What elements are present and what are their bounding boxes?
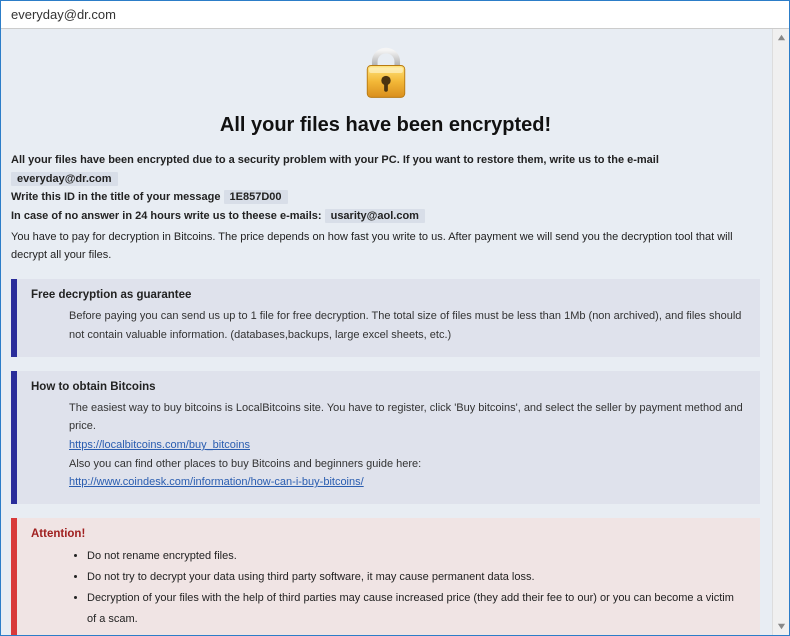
- intro-line2: Write this ID in the title of your messa…: [11, 188, 760, 207]
- intro-line3-text: In case of no answer in 24 hours write u…: [11, 210, 325, 222]
- attention-item: Do not rename encrypted files.: [87, 546, 746, 567]
- intro-block: All your files have been encrypted due t…: [11, 151, 760, 265]
- panel-free-title: Free decryption as guarantee: [31, 289, 746, 301]
- panel-free-decryption: Free decryption as guarantee Before payi…: [11, 279, 760, 356]
- panel-free-body: Before paying you can send us up to 1 fi…: [31, 307, 746, 344]
- message-id: 1E857D00: [224, 190, 288, 204]
- coindesk-link[interactable]: http://www.coindesk.com/information/how-…: [69, 476, 364, 488]
- intro-line2-text: Write this ID in the title of your messa…: [11, 191, 224, 203]
- primary-email: everyday@dr.com: [11, 172, 118, 186]
- scroll-track[interactable]: [773, 46, 789, 618]
- attention-list: Do not rename encrypted files. Do not tr…: [31, 546, 746, 630]
- titlebar[interactable]: everyday@dr.com: [1, 1, 789, 29]
- panel-attention-title: Attention!: [31, 528, 746, 540]
- payment-note: You have to pay for decryption in Bitcoi…: [11, 228, 760, 265]
- content-area: All your files have been encrypted! All …: [1, 29, 772, 635]
- panel-attention: Attention! Do not rename encrypted files…: [11, 518, 760, 635]
- ransom-window: everyday@dr.com: [0, 0, 790, 636]
- attention-item: Decryption of your files with the help o…: [87, 588, 746, 630]
- localbitcoins-link[interactable]: https://localbitcoins.com/buy_bitcoins: [69, 439, 250, 451]
- panel-obtain-title: How to obtain Bitcoins: [31, 381, 746, 393]
- window-title: everyday@dr.com: [11, 7, 116, 22]
- obtain-text1: The easiest way to buy bitcoins is Local…: [69, 399, 746, 436]
- intro-line1: All your files have been encrypted due t…: [11, 151, 760, 188]
- vertical-scrollbar[interactable]: [772, 29, 789, 635]
- content-wrapper: All your files have been encrypted! All …: [1, 29, 789, 635]
- scroll-down-arrow[interactable]: [773, 618, 789, 635]
- intro-line1-text: All your files have been encrypted due t…: [11, 154, 659, 166]
- main-heading: All your files have been encrypted!: [11, 114, 760, 137]
- intro-line3: In case of no answer in 24 hours write u…: [11, 207, 760, 226]
- lock-wrap: [11, 39, 760, 106]
- obtain-text2: Also you can find other places to buy Bi…: [69, 455, 746, 474]
- attention-item: Do not try to decrypt your data using th…: [87, 567, 746, 588]
- lock-icon: [356, 43, 416, 103]
- secondary-email: usarity@aol.com: [325, 209, 425, 223]
- panel-obtain-body: The easiest way to buy bitcoins is Local…: [31, 399, 746, 492]
- panel-obtain-bitcoins: How to obtain Bitcoins The easiest way t…: [11, 371, 760, 504]
- scroll-up-arrow[interactable]: [773, 29, 789, 46]
